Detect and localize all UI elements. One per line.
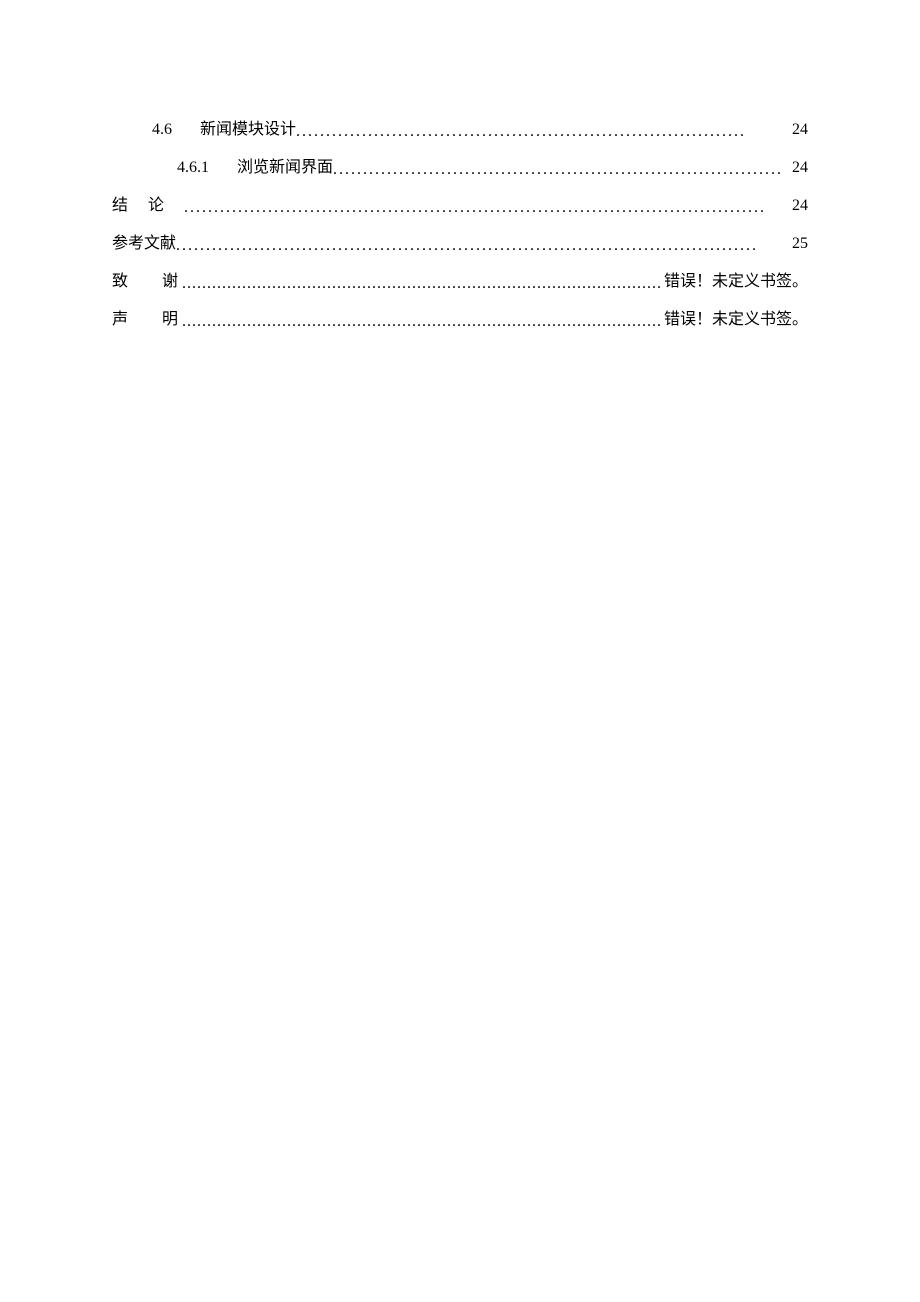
toc-page-number: 24 [790, 197, 808, 215]
table-of-contents: 4.6 新闻模块设计 .............................… [112, 115, 808, 329]
toc-leader-dots: ........................................… [182, 313, 662, 331]
toc-title: 结论 [112, 191, 184, 215]
toc-leader-dots: ........................................… [333, 161, 790, 179]
toc-number: 4.6 [152, 121, 172, 139]
toc-page-error: 错误！未定义书签。 [662, 267, 808, 291]
toc-entry: 4.6 新闻模块设计 .............................… [112, 115, 808, 139]
toc-page-number: 24 [790, 159, 808, 177]
toc-entry: 结论 .....................................… [112, 191, 808, 215]
toc-entry: 4.6.1 浏览新闻界面 ...........................… [112, 153, 808, 177]
toc-title: 声明 [112, 305, 182, 329]
toc-entry: 致谢 .....................................… [112, 267, 808, 291]
toc-page-number: 25 [790, 235, 808, 253]
toc-leader-dots: ........................................… [182, 275, 662, 293]
toc-title: 致谢 [112, 267, 182, 291]
toc-leader-dots: ........................................… [184, 199, 790, 217]
toc-title: 浏览新闻界面 [237, 153, 333, 177]
toc-leader-dots: ........................................… [296, 123, 790, 141]
toc-page-number: 24 [790, 121, 808, 139]
toc-number: 4.6.1 [177, 159, 209, 177]
toc-title: 参考文献 [112, 229, 176, 253]
toc-entry: 声明 .....................................… [112, 305, 808, 329]
toc-entry: 参考文献 ...................................… [112, 229, 808, 253]
toc-page-error: 错误！未定义书签。 [662, 305, 808, 329]
toc-leader-dots: ........................................… [176, 237, 790, 255]
toc-title: 新闻模块设计 [200, 115, 296, 139]
